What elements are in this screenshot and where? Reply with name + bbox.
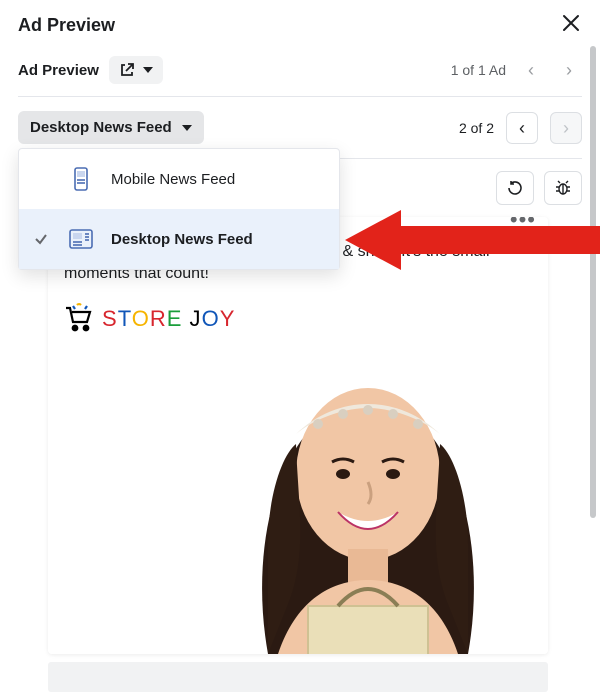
chevron-left-icon: ‹ [519, 119, 525, 137]
refresh-button[interactable] [496, 171, 534, 205]
dropdown-item-label: Mobile News Feed [111, 171, 325, 188]
caret-down-icon [143, 67, 153, 73]
chevron-left-icon: ‹ [528, 61, 534, 79]
ad-image-person [188, 294, 548, 654]
debug-button[interactable] [544, 171, 582, 205]
cart-icon [62, 302, 96, 336]
dropdown-item-label: Desktop News Feed [111, 231, 325, 248]
placement-dropdown: Mobile News Feed Desktop News Feed [18, 148, 340, 270]
ad-footer-strip [48, 662, 548, 692]
placement-counter: 2 of 2 [459, 120, 494, 136]
ad-creative: STORE JOY [48, 294, 548, 654]
close-icon [562, 14, 580, 32]
chevron-right-icon: › [563, 119, 569, 137]
chevron-right-icon: › [566, 61, 572, 79]
placement-selector-label: Desktop News Feed [30, 119, 172, 136]
prev-placement-button[interactable]: ‹ [506, 112, 538, 144]
open-external-button[interactable] [109, 56, 163, 84]
dropdown-item-desktop-news-feed[interactable]: Desktop News Feed [19, 209, 339, 269]
prev-ad-button[interactable]: ‹ [518, 57, 544, 83]
close-button[interactable] [562, 14, 580, 36]
next-placement-button: › [550, 112, 582, 144]
next-ad-button[interactable]: › [556, 57, 582, 83]
bug-icon [554, 179, 572, 197]
ad-preview-card: ••• We're in this together. Live, laugh,… [48, 217, 548, 654]
dropdown-item-mobile-news-feed[interactable]: Mobile News Feed [19, 149, 339, 209]
caret-down-icon [182, 125, 192, 131]
refresh-icon [506, 179, 524, 197]
check-icon [31, 232, 51, 246]
desktop-feed-icon [67, 225, 95, 253]
scrollbar[interactable] [590, 46, 596, 518]
ad-counter: 1 of 1 Ad [451, 62, 506, 78]
open-external-icon [119, 62, 135, 78]
mobile-feed-icon [67, 165, 95, 193]
placement-selector[interactable]: Desktop News Feed [18, 111, 204, 144]
more-icon: ••• [510, 217, 536, 232]
section-label: Ad Preview [18, 62, 99, 79]
modal-title: Ad Preview [18, 15, 115, 36]
